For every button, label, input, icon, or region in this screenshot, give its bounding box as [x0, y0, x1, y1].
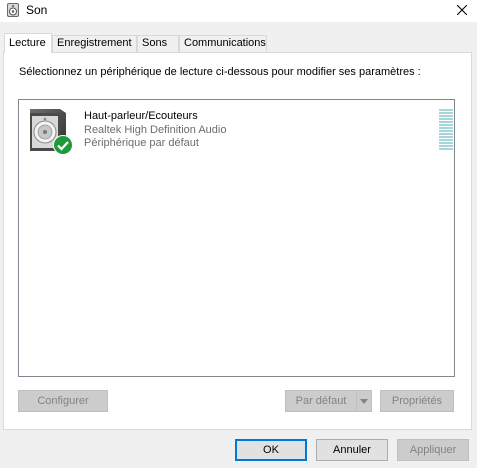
level-segment: [439, 139, 453, 141]
device-description: Realtek High Definition Audio: [84, 124, 227, 136]
level-segment: [439, 145, 453, 147]
configure-button-label: Configurer: [37, 395, 89, 407]
level-segment: [439, 124, 453, 126]
tab-label: Communications: [184, 37, 266, 49]
tab-sons[interactable]: Sons: [137, 35, 179, 52]
properties-button[interactable]: Propriétés: [380, 390, 454, 412]
instruction-text: Sélectionnez un périphérique de lecture …: [19, 66, 421, 78]
cancel-button[interactable]: Annuler: [316, 439, 388, 461]
level-segment: [439, 130, 453, 132]
apply-button[interactable]: Appliquer: [397, 439, 469, 461]
device-name: Haut-parleur/Ecouteurs: [84, 110, 198, 122]
set-default-dropdown[interactable]: [356, 390, 372, 412]
level-segment: [439, 118, 453, 120]
tab-label: Lecture: [9, 37, 46, 49]
chevron-down-icon: [360, 398, 368, 404]
ok-button[interactable]: OK: [235, 439, 307, 461]
set-default-button[interactable]: Par défaut: [285, 390, 357, 412]
set-default-split-button[interactable]: Par défaut: [285, 390, 372, 412]
device-list: Haut-parleur/Ecouteurs Realtek High Defi…: [18, 99, 455, 377]
set-default-label: Par défaut: [295, 395, 347, 407]
tab-panel: Sélectionnez un périphérique de lecture …: [3, 52, 472, 430]
device-status: Périphérique par défaut: [84, 137, 199, 149]
level-segment: [439, 133, 453, 135]
tab-communications[interactable]: Communications: [179, 35, 267, 52]
close-button[interactable]: [447, 0, 477, 20]
level-segment: [439, 121, 453, 123]
title-bar: Son: [0, 0, 477, 22]
configure-button[interactable]: Configurer: [18, 390, 108, 412]
window-title: Son: [26, 3, 48, 17]
properties-button-label: Propriétés: [391, 395, 443, 407]
speaker-app-icon: [7, 3, 19, 17]
tab-enregistrement[interactable]: Enregistrement: [52, 35, 137, 52]
close-icon: [457, 5, 467, 15]
tab-label: Sons: [142, 37, 168, 49]
level-segment: [439, 112, 453, 114]
ok-button-label: OK: [263, 444, 279, 456]
level-segment: [439, 109, 453, 111]
apply-button-label: Appliquer: [409, 444, 457, 456]
tab-lecture[interactable]: Lecture: [4, 33, 52, 53]
level-segment: [439, 148, 453, 150]
cancel-button-label: Annuler: [333, 444, 371, 456]
level-segment: [439, 142, 453, 144]
volume-level-meter: [439, 109, 453, 151]
tab-label: Enregistrement: [57, 37, 132, 49]
level-segment: [439, 127, 453, 129]
level-segment: [439, 136, 453, 138]
level-segment: [439, 115, 453, 117]
check-icon: [53, 135, 73, 155]
list-item[interactable]: Haut-parleur/Ecouteurs Realtek High Defi…: [26, 107, 453, 155]
